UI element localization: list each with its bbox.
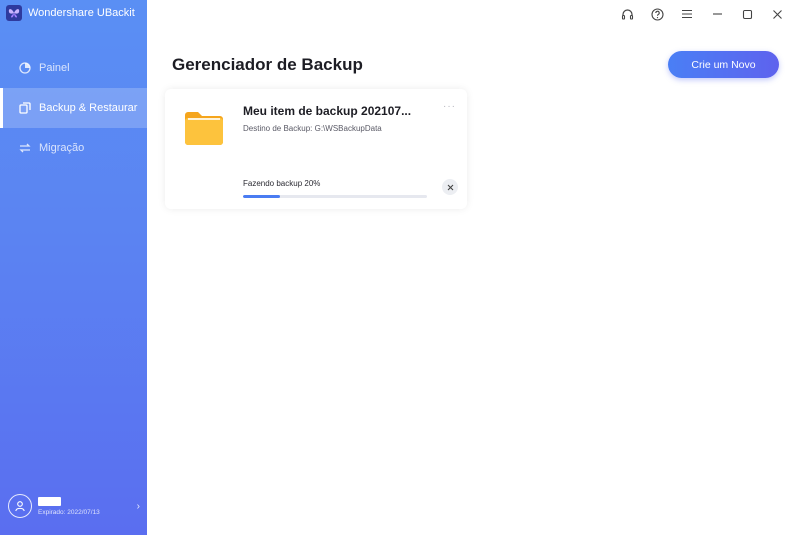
cancel-backup-button[interactable] [442, 179, 458, 195]
avatar [8, 494, 32, 518]
backup-icon [18, 102, 31, 115]
sidebar-item-painel[interactable]: Painel [0, 48, 147, 88]
maximize-icon[interactable] [732, 6, 762, 22]
backup-status: Fazendo backup 20% [243, 179, 321, 188]
backup-progress-fill [243, 195, 280, 198]
license-expiry: Expirado: 2022/07/13 [38, 508, 100, 516]
sidebar-item-label: Migração [39, 142, 85, 154]
sidebar: Wondershare UBackit Painel Backup & Rest… [0, 0, 147, 535]
create-new-button[interactable]: Crie um Novo [668, 51, 779, 78]
minimize-icon[interactable] [702, 6, 732, 22]
sidebar-item-label: Painel [39, 62, 70, 74]
help-icon[interactable] [642, 6, 672, 22]
sidebar-item-migracao[interactable]: Migração [0, 128, 147, 168]
menu-icon[interactable] [672, 6, 702, 22]
folder-icon [183, 106, 225, 148]
user-info: Expirado: 2022/07/13 [38, 496, 135, 516]
sidebar-item-backup-restaurar[interactable]: Backup & Restaurar [0, 88, 147, 128]
close-icon[interactable] [762, 6, 792, 22]
backup-item-title: Meu item de backup 202107... [243, 104, 412, 118]
migration-icon [18, 142, 31, 155]
sidebar-nav: Painel Backup & Restaurar Migração [0, 48, 147, 168]
close-icon [447, 184, 453, 190]
app-name: Wondershare UBackit [28, 7, 135, 19]
more-options-icon[interactable]: ··· [443, 101, 456, 112]
chevron-right-icon: › [136, 500, 140, 512]
sidebar-item-label: Backup & Restaurar [39, 102, 138, 114]
backup-progress-bar [243, 195, 427, 198]
user-icon [15, 501, 25, 512]
page-title: Gerenciador de Backup [172, 55, 363, 74]
user-name-redacted [38, 496, 61, 506]
backup-card[interactable]: Meu item de backup 202107... ··· Destino… [165, 89, 467, 209]
user-account[interactable]: Expirado: 2022/07/13 › [8, 493, 140, 519]
window-controls [612, 6, 792, 22]
brand: Wondershare UBackit [6, 5, 135, 21]
dashboard-icon [18, 62, 31, 75]
headset-icon[interactable] [612, 6, 642, 22]
backup-destination: Destino de Backup: G:\WSBackupData [243, 124, 382, 133]
butterfly-icon [6, 5, 22, 21]
